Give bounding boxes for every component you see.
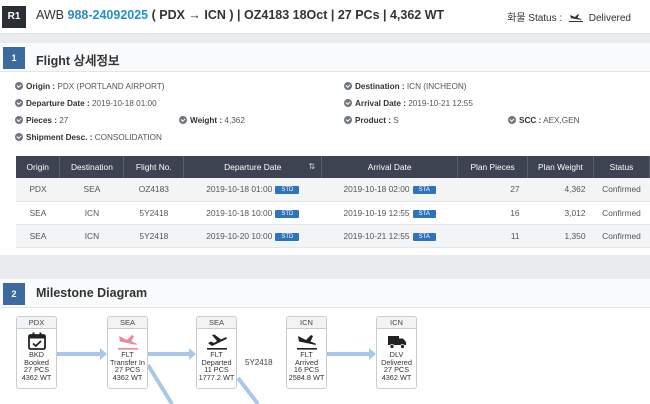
column-header[interactable]: Arrival Date xyxy=(321,156,459,178)
node-station: ICN xyxy=(287,317,326,329)
scc-info: SCC : AEX,GEN xyxy=(508,116,580,125)
cell-plan-pieces: 16 xyxy=(457,201,528,225)
destination-info: Destination : ICN (INCHEON) xyxy=(344,82,466,91)
cell-status: Confirmed xyxy=(593,201,650,225)
departure-info: Departure Date : 2019-10-18 01:00 xyxy=(15,99,157,108)
table-header-row: Origin Destination Flight No. Departure … xyxy=(16,156,650,178)
milestone-node-booked[interactable]: PDX BKD Booked 27 PCS 4362 WT xyxy=(16,316,57,389)
top-bar: R1 AWB 988-24092025 ( PDX → ICN ) | OZ41… xyxy=(0,0,650,34)
check-circle-icon xyxy=(15,116,23,124)
sta-tag: STA xyxy=(412,232,436,241)
flight-detail-title: Flight 상세정보 xyxy=(36,54,120,68)
sta-tag: STA xyxy=(412,209,436,218)
cell-destination: SEA xyxy=(59,178,124,202)
cargo-status: 화물 Status : Delivered xyxy=(507,9,631,25)
check-circle-icon xyxy=(508,116,516,124)
node-station: SEA xyxy=(108,317,147,329)
product-info: Product : S xyxy=(344,116,399,125)
cell-departure: 2019-10-18 10:00 STD xyxy=(183,201,322,225)
check-circle-icon xyxy=(179,116,187,124)
awb-label: AWB xyxy=(36,8,65,22)
cell-arrival: 2019-10-18 02:00 STA xyxy=(321,178,458,202)
milestone-node-arrived[interactable]: ICN FLT Arrived 16 PCS 2584.8 WT xyxy=(286,316,327,389)
table-row[interactable]: SEA ICN 5Y2418 2019-10-20 10:00 STD 2019-… xyxy=(16,224,650,248)
milestone-section: 2 Milestone Diagram 5Y2418 PDX BKD Booke… xyxy=(0,279,650,404)
node-station: ICN xyxy=(377,317,416,329)
check-circle-icon xyxy=(15,99,23,107)
node-weight: 4362 WT xyxy=(21,372,52,382)
check-circle-icon xyxy=(15,133,23,141)
column-header[interactable]: Plan Weight xyxy=(527,156,594,178)
cell-destination: ICN xyxy=(59,201,124,225)
table-row[interactable]: PDX SEA OZ4183 2019-10-18 01:00 STD 2019-… xyxy=(16,178,650,202)
cell-flight-no: OZ4183 xyxy=(123,178,184,202)
node-weight: 1777.2 WT xyxy=(198,372,235,382)
flight-table: Origin Destination Flight No. Departure … xyxy=(16,156,650,248)
pieces-info: Pieces : 27 xyxy=(15,116,68,125)
cell-origin: SEA xyxy=(16,201,60,225)
awb-summary: AWB 988-24092025 ( PDX → ICN ) | OZ4183 … xyxy=(36,8,444,22)
node-station: SEA xyxy=(197,317,236,329)
node-weight: 4362 WT xyxy=(381,372,412,382)
column-header[interactable]: Destination xyxy=(59,156,125,178)
shipment-desc-info: Shipment Desc. : CONSOLIDATION xyxy=(15,133,162,142)
milestone-node-transfer-in[interactable]: SEA FLT Transfer In 27 PCS 4362 WT xyxy=(107,316,148,389)
milestone-node-departed[interactable]: SEA FLT Departed 11 PCS 1777.2 WT xyxy=(196,316,237,389)
section-number-badge: 1 xyxy=(3,47,25,69)
cell-origin: SEA xyxy=(16,224,60,248)
check-circle-icon xyxy=(15,82,23,90)
cell-origin: PDX xyxy=(16,178,60,202)
arrival-info: Arrival Date : 2019-10-21 12:55 xyxy=(344,99,473,108)
cell-plan-weight: 1,350 xyxy=(527,224,594,248)
cell-arrival: 2019-10-21 12:55 STA xyxy=(321,224,458,248)
cell-plan-weight: 3,012 xyxy=(527,201,594,225)
truck-icon xyxy=(377,331,416,351)
check-circle-icon xyxy=(344,99,352,107)
plane-landing-icon xyxy=(108,331,147,351)
cell-plan-weight: 4,362 xyxy=(527,178,594,202)
column-header[interactable]: Status xyxy=(593,156,650,178)
cell-flight-no: 5Y2418 xyxy=(123,201,184,225)
check-circle-icon xyxy=(344,82,352,90)
std-tag: STD xyxy=(275,209,300,218)
weight-info: Weight : 4,362 xyxy=(179,116,245,125)
cell-departure: 2019-10-20 10:00 STD xyxy=(183,224,322,248)
section-badge: R1 xyxy=(2,6,26,28)
connector-arrow xyxy=(146,363,174,404)
edge-label-flight: 5Y2418 xyxy=(245,358,273,367)
table-row[interactable]: SEA ICN 5Y2418 2019-10-18 10:00 STD 2019-… xyxy=(16,201,650,225)
column-header[interactable]: Origin xyxy=(16,156,61,178)
node-weight: 2584.8 WT xyxy=(288,372,325,382)
cell-destination: ICN xyxy=(59,224,124,248)
cell-status: Confirmed xyxy=(593,224,650,248)
column-header[interactable]: Plan Pieces xyxy=(457,156,529,178)
cell-plan-pieces: 11 xyxy=(457,224,528,248)
std-tag: STD xyxy=(275,232,300,241)
cell-departure: 2019-10-18 01:00 STD xyxy=(183,178,322,202)
sort-icon[interactable]: ⇅ xyxy=(309,162,316,171)
node-station: PDX xyxy=(17,317,56,329)
plane-landing-icon xyxy=(287,331,326,351)
origin-info: Origin : PDX (PORTLAND AIRPORT) xyxy=(15,82,164,91)
cell-flight-no: 5Y2418 xyxy=(123,224,184,248)
awb-number-link[interactable]: 988-24092025 xyxy=(68,8,149,22)
flight-detail-header: 1 Flight 상세정보 xyxy=(0,43,650,72)
sta-tag: STA xyxy=(412,186,436,195)
cell-plan-pieces: 27 xyxy=(457,178,528,202)
plane-landing-icon xyxy=(568,13,583,25)
awb-route-summary: ( PDX → ICN ) | OZ4183 18Oct | 27 PCs | … xyxy=(151,8,445,22)
calendar-check-icon xyxy=(17,331,56,351)
milestone-node-delivered[interactable]: ICN DLV Delivered 27 PCS 4362 WT xyxy=(376,316,417,389)
cell-arrival: 2019-10-19 12:55 STA xyxy=(321,201,458,225)
node-weight: 4362 WT xyxy=(112,372,143,382)
cell-status: Confirmed xyxy=(593,178,650,202)
plane-departure-icon xyxy=(197,331,236,351)
status-label: 화물 Status : xyxy=(507,13,563,24)
check-circle-icon xyxy=(344,116,352,124)
connector-arrow xyxy=(236,376,260,404)
status-value: Delivered xyxy=(588,13,631,24)
column-header-departure[interactable]: Departure Date ⇅ xyxy=(183,156,323,178)
std-tag: STD xyxy=(275,186,300,195)
column-header[interactable]: Flight No. xyxy=(123,156,185,178)
